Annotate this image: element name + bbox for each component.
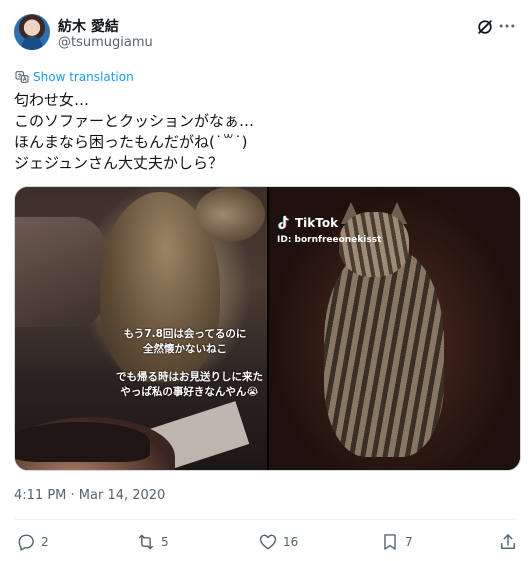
tweet-header: 紡木 愛結 @tsumugiamu <box>14 14 517 54</box>
media-image-right[interactable]: TikTok ID: bornfreeonekisst <box>269 187 520 470</box>
tiktok-watermark: TikTok <box>277 215 338 231</box>
image-caption-bottom: でも帰る時はお見送りしに来た やっぱ私の事好きなんやん😭 <box>107 370 267 400</box>
grok-icon[interactable] <box>475 17 495 37</box>
image-caption-top: もう7.8回は会ってるのに 全然懐かないねこ <box>115 327 255 357</box>
bookmark-button[interactable]: 7 <box>380 530 413 554</box>
tweet-actions: 2 5 16 7 <box>14 530 517 554</box>
show-translation-label[interactable]: Show translation <box>33 70 134 84</box>
caption-line: 全然懐かないねこ <box>143 343 227 355</box>
tiktok-label: TikTok <box>295 216 339 230</box>
heart-icon <box>259 534 277 550</box>
retweet-button[interactable]: 5 <box>136 530 169 554</box>
like-button[interactable]: 16 <box>258 530 298 554</box>
tweet-timestamp[interactable]: 4:11 PM · Mar 14, 2020 <box>14 488 165 503</box>
tweet-line: 匂わせ女… <box>14 91 90 109</box>
divider <box>14 519 517 520</box>
share-button[interactable] <box>498 530 518 554</box>
tweet-line: ジェジュンさん大丈夫かしら？ <box>14 154 223 172</box>
handle[interactable]: @tsumugiamu <box>58 35 153 50</box>
hair-shape <box>15 422 150 462</box>
more-icon[interactable] <box>497 16 517 36</box>
retweet-icon <box>139 534 153 550</box>
tweet-line: このソファーとクッションがなぁ… <box>14 112 255 130</box>
tweet-text: 匂わせ女… このソファーとクッションがなぁ… ほんまなら困ったもんだがね(˙꒳˙… <box>14 90 517 174</box>
media-image-left[interactable]: もう7.8回は会ってるのに 全然懐かないねこ でも帰る時はお見送りしに来た やっ… <box>15 187 267 470</box>
display-name[interactable]: 紡木 愛結 <box>58 16 119 36</box>
translate-icon <box>15 71 29 83</box>
tiktok-id: ID: bornfreeonekisst <box>277 235 382 245</box>
tiktok-icon <box>278 215 289 230</box>
like-count: 16 <box>283 535 299 549</box>
caption-line: やっぱ私の事好きなんやん😭 <box>120 386 259 398</box>
tweet-line: ほんまなら困ったもんだがね(˙꒳˙) <box>14 133 248 151</box>
share-icon <box>501 534 515 549</box>
bookmark-count: 7 <box>405 535 413 549</box>
caption-line: でも帰る時はお見送りしに来た <box>116 371 263 383</box>
caption-line: もう7.8回は会ってるのに <box>123 328 247 340</box>
show-translation-link[interactable]: Show translation <box>14 68 134 86</box>
bookmark-icon <box>384 534 396 550</box>
reply-count: 2 <box>41 535 49 549</box>
media-grid: もう7.8回は会ってるのに 全然懐かないねこ でも帰る時はお見送りしに来た やっ… <box>14 186 521 471</box>
bengal-cat-body-shape <box>324 247 444 457</box>
reply-button[interactable]: 2 <box>16 530 49 554</box>
reply-icon <box>18 534 34 551</box>
sofa-shape <box>15 217 105 327</box>
avatar[interactable] <box>14 14 50 50</box>
cat-head-shape <box>195 187 265 242</box>
retweet-count: 5 <box>161 535 169 549</box>
